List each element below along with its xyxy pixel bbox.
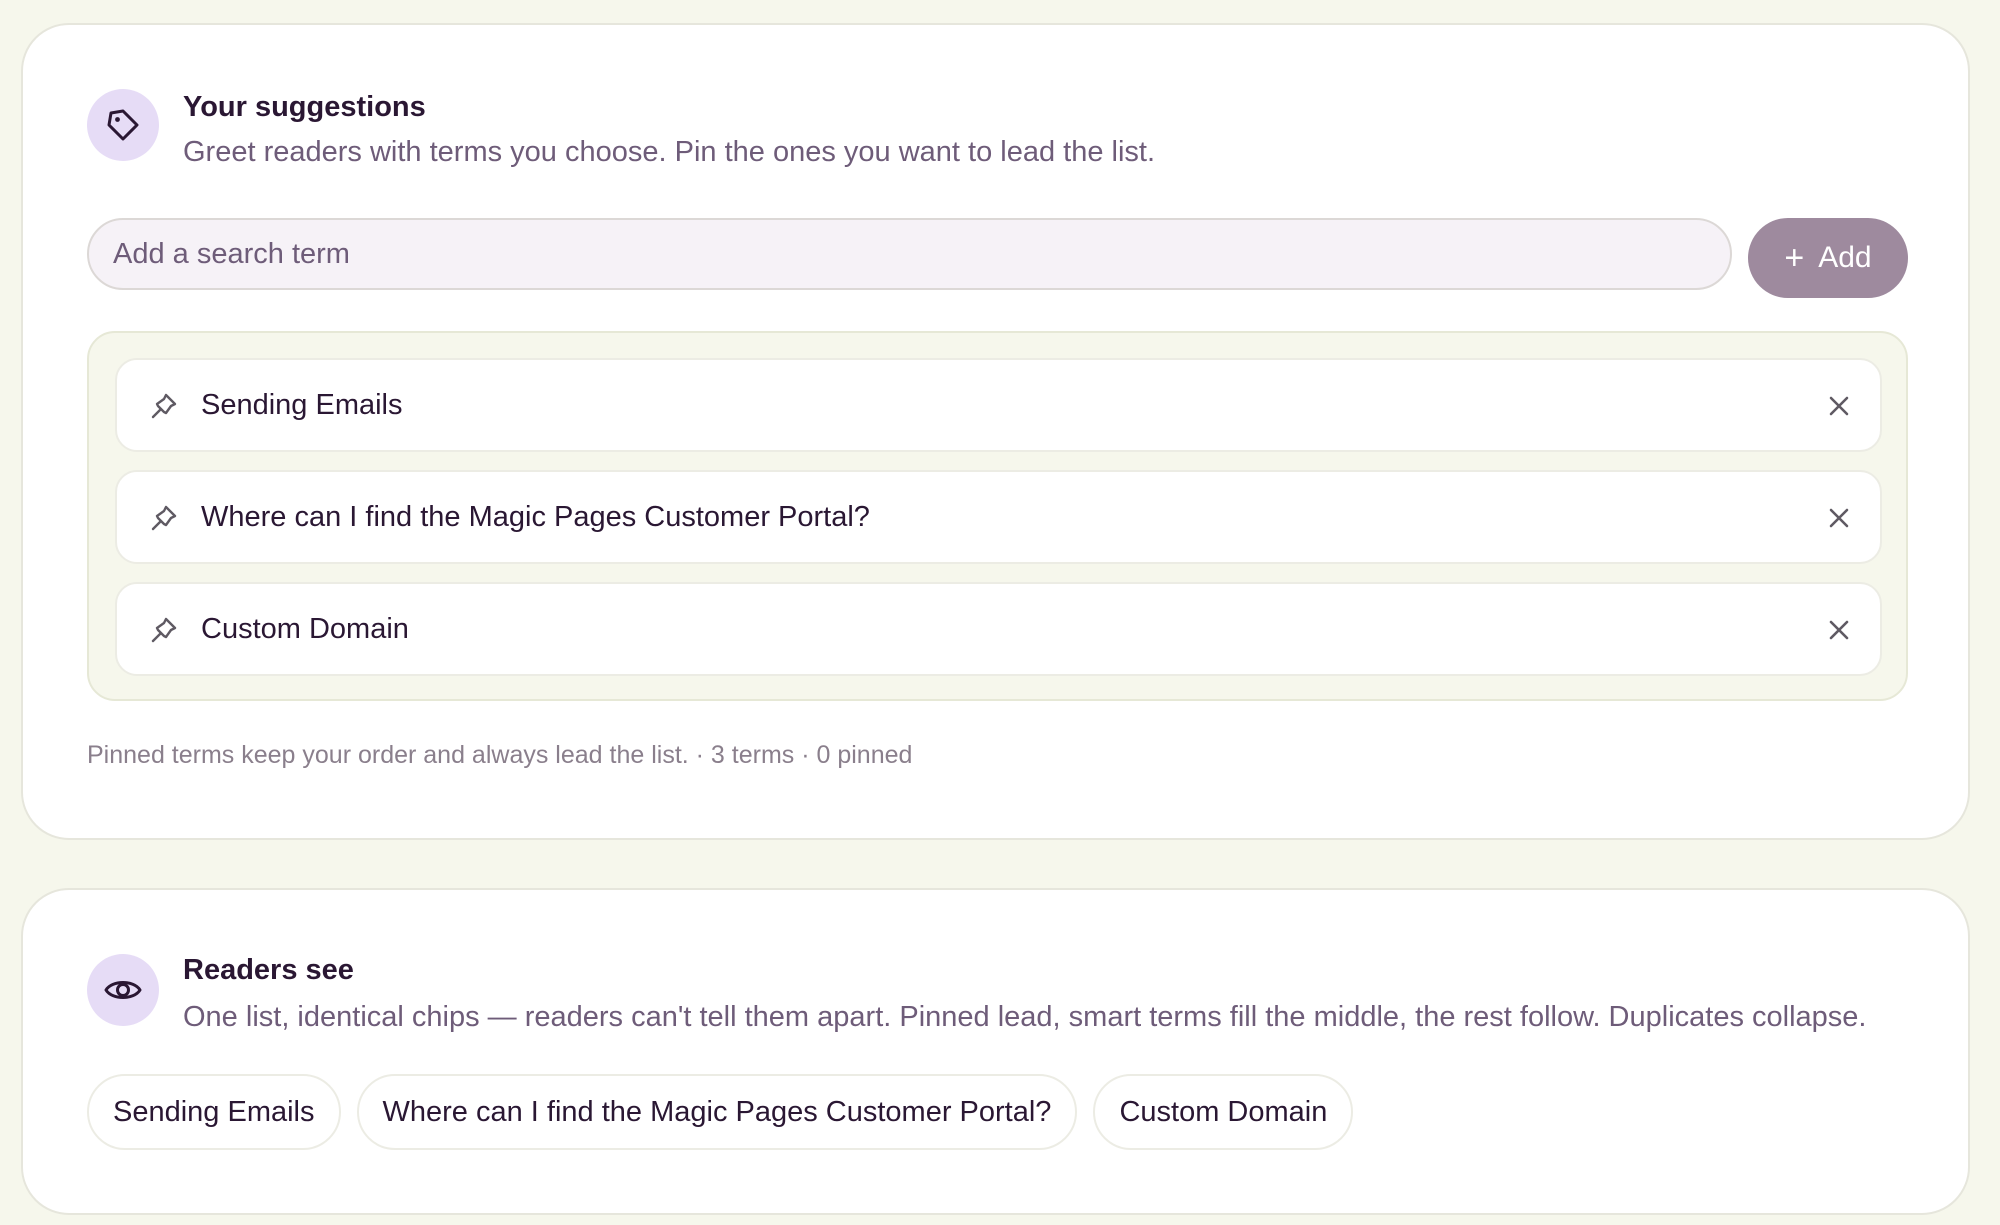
- suggestions-title: Your suggestions: [183, 91, 426, 123]
- pin-icon[interactable]: [147, 389, 181, 423]
- add-term-button[interactable]: + Add: [1748, 218, 1908, 298]
- tag-icon: [87, 89, 159, 161]
- close-icon[interactable]: [1820, 387, 1858, 425]
- suggestions-subtitle: Greet readers with terms you choose. Pin…: [183, 136, 1156, 168]
- plus-icon: +: [1784, 239, 1805, 277]
- close-icon[interactable]: [1820, 499, 1858, 537]
- close-icon[interactable]: [1820, 611, 1858, 649]
- reader-chip[interactable]: Where can I find the Magic Pages Custome…: [356, 1074, 1078, 1150]
- term-label: Custom Domain: [201, 613, 409, 645]
- suggestions-card: Your suggestions Greet readers with term…: [21, 23, 1970, 840]
- readers-subtitle: One list, identical chips — readers can'…: [183, 1001, 1867, 1033]
- pin-icon[interactable]: [147, 613, 181, 647]
- search-term-input[interactable]: [87, 218, 1732, 290]
- reader-chip[interactable]: Sending Emails: [87, 1074, 341, 1150]
- reader-chip-list: Sending Emails Where can I find the Magi…: [87, 1074, 1354, 1150]
- term-row: Sending Emails: [115, 358, 1882, 452]
- pin-icon[interactable]: [147, 501, 181, 535]
- reader-chip[interactable]: Custom Domain: [1093, 1074, 1354, 1150]
- term-label: Sending Emails: [201, 389, 403, 421]
- term-label: Where can I find the Magic Pages Custome…: [201, 501, 870, 533]
- eye-icon: [87, 954, 159, 1026]
- term-row: Custom Domain: [115, 582, 1882, 676]
- suggestion-list: Sending Emails Where can I find the Magi…: [87, 331, 1908, 701]
- add-button-label: Add: [1818, 241, 1872, 274]
- suggestions-footnote: Pinned terms keep your order and always …: [87, 741, 913, 769]
- readers-card: Readers see One list, identical chips — …: [21, 888, 1970, 1215]
- term-row: Where can I find the Magic Pages Custome…: [115, 470, 1882, 564]
- readers-title: Readers see: [183, 954, 354, 986]
